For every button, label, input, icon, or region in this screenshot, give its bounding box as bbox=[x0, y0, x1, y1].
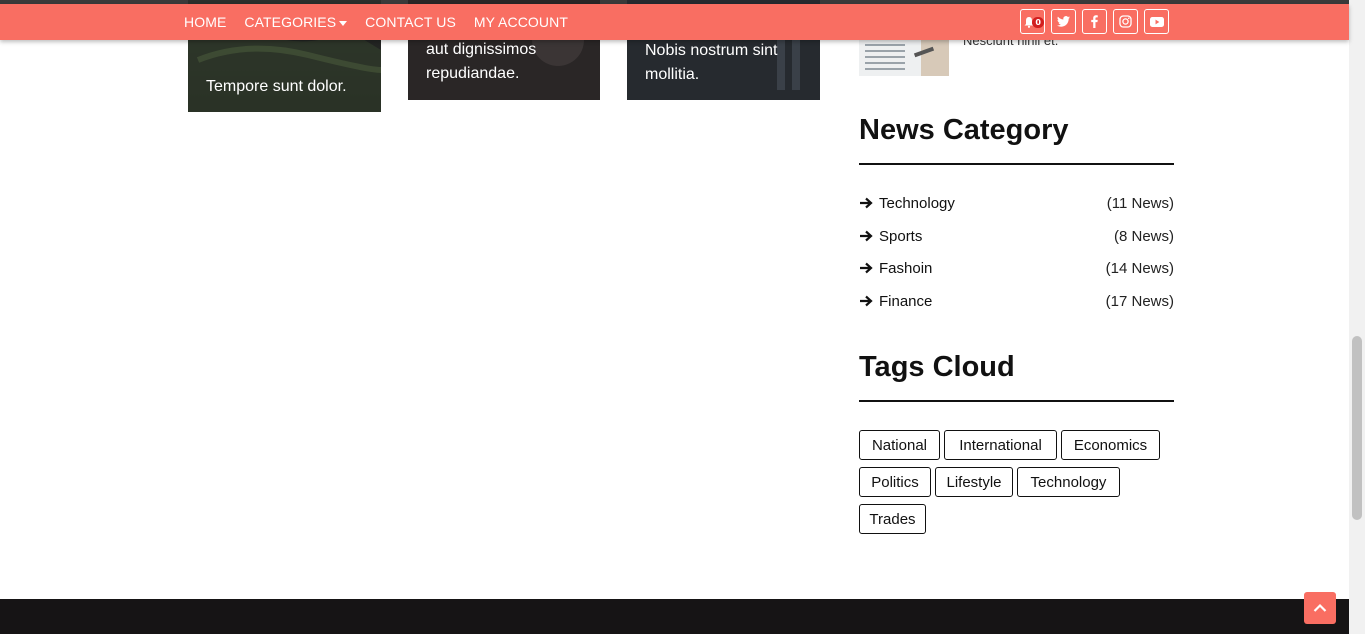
instagram-icon[interactable] bbox=[1113, 9, 1138, 34]
category-name: Technology bbox=[879, 194, 955, 212]
category-item-finance[interactable]: Finance (17 News) bbox=[859, 290, 1174, 312]
news-category-heading: News Category bbox=[859, 114, 1069, 146]
recent-post-image bbox=[859, 40, 949, 76]
nav-contact[interactable]: CONTACT US bbox=[365, 14, 456, 30]
tag-national[interactable]: National bbox=[859, 430, 940, 460]
card-title[interactable]: Nobis nostrum sint mollitia. bbox=[645, 39, 815, 87]
tag-politics[interactable]: Politics bbox=[859, 467, 931, 497]
tag-technology[interactable]: Technology bbox=[1017, 467, 1120, 497]
category-item-sports[interactable]: Sports (8 News) bbox=[859, 225, 1174, 247]
category-count: (17 News) bbox=[1105, 292, 1174, 310]
category-item-technology[interactable]: Technology (11 News) bbox=[859, 192, 1174, 214]
category-item-fashoin[interactable]: Fashoin (14 News) bbox=[859, 257, 1174, 279]
category-count: (11 News) bbox=[1106, 194, 1174, 212]
news-category-divider bbox=[859, 163, 1174, 165]
footer bbox=[0, 599, 1349, 634]
page-scrollbar[interactable] bbox=[1349, 0, 1365, 634]
youtube-icon[interactable] bbox=[1144, 9, 1169, 34]
chevron-up-icon bbox=[1313, 603, 1327, 612]
nav-categories[interactable]: CATEGORIES bbox=[244, 14, 348, 30]
notification-badge: 0 bbox=[1032, 17, 1044, 28]
card-title[interactable]: Tempore sunt dolor. bbox=[206, 75, 347, 99]
nav-links: HOME CATEGORIES CONTACT US MY ACCOUNT bbox=[184, 4, 586, 40]
navbar: HOME CATEGORIES CONTACT US MY ACCOUNT 0 bbox=[0, 4, 1349, 40]
category-count: (8 News) bbox=[1113, 227, 1174, 245]
bell-icon[interactable]: 0 bbox=[1020, 9, 1045, 34]
tag-trades[interactable]: Trades bbox=[859, 504, 926, 534]
arrow-right-icon bbox=[860, 197, 873, 209]
category-count: (14 News) bbox=[1105, 259, 1174, 277]
caret-down-icon bbox=[339, 20, 348, 26]
tags-cloud-heading: Tags Cloud bbox=[859, 351, 1015, 383]
card-title[interactable]: aut dignissimos repudiandae. bbox=[426, 38, 586, 86]
tag-lifestyle[interactable]: Lifestyle bbox=[935, 467, 1013, 497]
twitter-icon[interactable] bbox=[1051, 9, 1076, 34]
scroll-to-top-button[interactable] bbox=[1304, 592, 1336, 624]
nav-account[interactable]: MY ACCOUNT bbox=[474, 14, 568, 30]
category-name: Finance bbox=[879, 292, 933, 310]
social-icons: 0 bbox=[1020, 9, 1175, 34]
tag-economics[interactable]: Economics bbox=[1061, 430, 1160, 460]
arrow-right-icon bbox=[860, 230, 873, 242]
nav-home[interactable]: HOME bbox=[184, 14, 226, 30]
facebook-icon[interactable] bbox=[1082, 9, 1107, 34]
category-name: Fashoin bbox=[879, 259, 933, 277]
recent-post-thumbnail[interactable] bbox=[859, 40, 949, 76]
tags-cloud-divider bbox=[859, 400, 1174, 402]
arrow-right-icon bbox=[860, 295, 873, 307]
scrollbar-thumb[interactable] bbox=[1352, 336, 1362, 520]
tag-international[interactable]: International bbox=[944, 430, 1057, 460]
category-name: Sports bbox=[879, 227, 923, 245]
arrow-right-icon bbox=[860, 262, 873, 274]
nav-categories-label[interactable]: CATEGORIES bbox=[244, 14, 336, 30]
